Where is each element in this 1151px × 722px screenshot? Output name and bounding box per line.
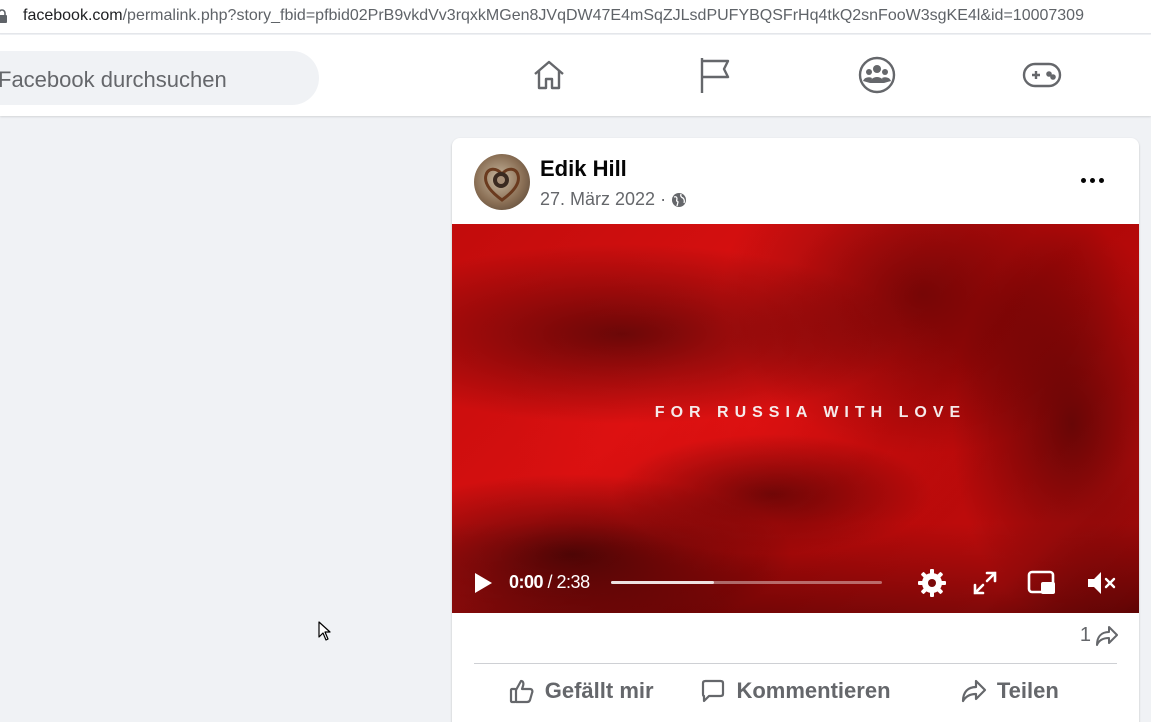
lock-icon (0, 9, 7, 23)
url-path: /permalink.php?story_fbid=pfbid02PrB9vkd… (122, 7, 1084, 24)
avatar[interactable] (474, 154, 530, 210)
actions-divider (474, 663, 1117, 664)
comment-button[interactable]: Kommentieren (688, 668, 902, 714)
video-player[interactable]: FOR RUSSIA WITH LOVE 0:00 / 2:38 (452, 224, 1139, 613)
picture-in-picture-icon[interactable] (1026, 568, 1058, 598)
pages-flag-icon[interactable] (694, 55, 734, 95)
comment-label: Kommentieren (736, 678, 891, 703)
video-overlay-text: FOR RUSSIA WITH LOVE (654, 404, 967, 421)
play-icon[interactable] (472, 571, 494, 595)
thumbs-up-icon (509, 679, 534, 704)
top-navigation: Facebook durchsuchen (0, 35, 1151, 116)
post-meta: 27. März 2022 · (540, 189, 687, 210)
fullscreen-icon[interactable] (969, 568, 1001, 598)
muted-speaker-icon[interactable] (1085, 568, 1117, 598)
duration: / 2:38 (547, 572, 591, 592)
comment-icon (702, 679, 725, 703)
mouse-cursor-icon (318, 621, 331, 641)
video-controls: 0:00 / 2:38 (452, 564, 1139, 602)
post-card: Edik Hill 27. März 2022 · FOR RUSSIA WIT… (452, 138, 1139, 722)
video-progress-bar[interactable] (611, 581, 882, 584)
groups-icon[interactable] (857, 55, 897, 95)
share-arrow-icon (1096, 625, 1118, 646)
meta-separator: · (660, 189, 667, 209)
current-time: 0:00 (509, 572, 544, 592)
post-options-button[interactable] (1072, 160, 1112, 200)
address-bar[interactable]: facebook.com/permalink.php?story_fbid=pf… (0, 0, 1151, 34)
post-date[interactable]: 27. März 2022 (540, 189, 655, 210)
search-input[interactable]: Facebook durchsuchen (0, 51, 319, 105)
gaming-icon[interactable] (1022, 55, 1062, 95)
search-placeholder: Facebook durchsuchen (0, 67, 227, 92)
share-label: Teilen (996, 678, 1059, 703)
post-author[interactable]: Edik Hill (540, 156, 627, 182)
like-label: Gefällt mir (544, 678, 654, 703)
url-domain: facebook.com (23, 7, 123, 24)
url-text: facebook.com/permalink.php?story_fbid=pf… (23, 7, 1084, 25)
settings-icon[interactable] (916, 568, 948, 598)
globe-icon (672, 192, 687, 207)
more-dot (1098, 177, 1104, 183)
share-icon (961, 679, 986, 703)
share-button[interactable]: Teilen (903, 668, 1117, 714)
like-button[interactable]: Gefällt mir (474, 668, 688, 714)
more-dot (1080, 177, 1086, 183)
video-progress-buffered (611, 581, 714, 584)
more-dot (1089, 177, 1095, 183)
share-count[interactable]: 1 (1080, 624, 1119, 647)
video-time: 0:00 / 2:38 (509, 572, 590, 593)
share-count-value: 1 (1079, 624, 1091, 646)
home-icon[interactable] (529, 55, 569, 95)
post-actions: Gefällt mir Kommentieren Teilen (474, 668, 1117, 714)
